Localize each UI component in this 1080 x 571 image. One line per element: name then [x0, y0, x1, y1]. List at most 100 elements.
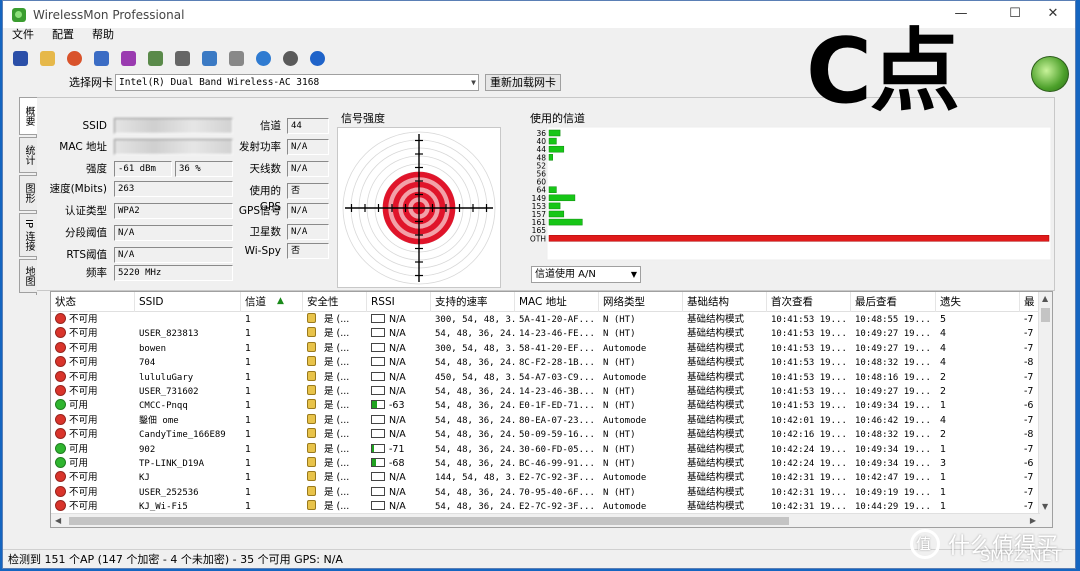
scroll-thumb[interactable]: [1041, 308, 1050, 322]
cell-first: 10:41:53 19...: [771, 343, 847, 354]
column-header[interactable]: 遗失: [936, 292, 1020, 312]
clipboard-icon[interactable]: [225, 47, 247, 69]
table-row[interactable]: 不可用 USER_731602 1 是 (... N/A 54, 48, 36, 24..…: [51, 385, 1041, 399]
cell-rssi: N/A: [367, 356, 431, 370]
wifi-scan-icon-glyph: [282, 50, 298, 66]
cell-status: 不可用: [51, 313, 135, 327]
table-row[interactable]: 不可用 704 1 是 (... N/A 54, 48, 36, 24... 8C-F2-2…: [51, 356, 1041, 370]
table-row[interactable]: 不可用 bowen 1 是 (... N/A 300, 54, 48, 3... 58-41…: [51, 341, 1041, 356]
table-row[interactable]: 可用 902 1 是 (... -71 54, 48, 36, 24... 30-60-FD…: [51, 442, 1041, 457]
cell-first: 10:41:53 19...: [771, 372, 847, 383]
column-header[interactable]: 安全性: [303, 292, 367, 312]
column-header[interactable]: SSID: [135, 292, 241, 312]
hscroll-thumb[interactable]: [69, 517, 789, 525]
cell-rssi: N/A: [367, 486, 431, 500]
table-row[interactable]: 不可用 USER_823813 1 是 (... N/A 54, 48, 36, 24..…: [51, 327, 1041, 341]
menu-bar: 文件 配置 帮助: [3, 28, 123, 44]
cell-rates: 144, 54, 48, 3...: [435, 473, 515, 484]
cell-infra: 基础结构模式: [687, 371, 745, 383]
cell-ch: 1: [245, 414, 252, 426]
cell-rssi: N/A: [367, 342, 431, 356]
table-row[interactable]: 可用 TP-LINK_D19A 1 是 (... -68 54, 48, 36, 24..…: [51, 457, 1041, 471]
status-text: 不可用: [69, 501, 98, 513]
cell-rates: 54, 48, 36, 24...: [435, 415, 515, 426]
cell-status: 不可用: [51, 413, 135, 428]
rssi-text: -68: [389, 458, 405, 469]
field-label: RTS阈值: [66, 249, 107, 261]
tab-statistics[interactable]: 统计: [19, 137, 37, 173]
network-icon[interactable]: [90, 47, 112, 69]
security-text: 是 (...: [324, 342, 350, 354]
table-row[interactable]: 不可用 KJ 1 是 (... N/A 144, 54, 48, 3... E2-7C-92…: [51, 471, 1041, 485]
table-row[interactable]: 不可用 lululuGary 1 是 (... N/A 450, 54, 48, 3...…: [51, 370, 1041, 385]
cell-sec: 是 (...: [303, 370, 367, 385]
cell-lost: 2: [940, 429, 947, 441]
table-row[interactable]: 可用 CMCC-Pnqq 1 是 (... -63 54, 48, 36, 24... E0…: [51, 399, 1041, 413]
cell-infra: 基础结构模式: [687, 486, 745, 498]
field-label: 天线数: [249, 163, 282, 175]
cell-ssid: USER_252536: [139, 487, 199, 498]
print-icon[interactable]: [171, 47, 193, 69]
chevron-down-icon: ▼: [630, 270, 637, 279]
connect-icon[interactable]: [117, 47, 139, 69]
column-header[interactable]: 状态: [51, 292, 135, 312]
cell-first: 10:42:31 19...: [771, 487, 847, 498]
menu-config[interactable]: 配置: [43, 28, 83, 44]
cell-rates: 300, 54, 48, 3...: [435, 315, 515, 325]
tab-graph[interactable]: 图形: [19, 175, 37, 211]
menu-file[interactable]: 文件: [3, 28, 43, 44]
globe-icon[interactable]: [252, 47, 274, 69]
cell-ch: 1: [245, 429, 252, 441]
cell-rssi: N/A: [367, 313, 431, 327]
cell-last: 10:49:27 19...: [855, 343, 931, 354]
menu-help[interactable]: 帮助: [83, 28, 123, 44]
security-text: 是 (...: [324, 429, 350, 441]
cell-last: 10:48:55 19...: [855, 315, 931, 325]
cell-ch: 1: [245, 314, 252, 325]
cell-net: N (HT): [603, 329, 636, 340]
channel-use-select[interactable]: 信道使用 A/N ▼: [531, 266, 641, 283]
lock-icon: [307, 442, 316, 453]
cell-net: Automode: [603, 415, 647, 426]
wifi-scan-icon[interactable]: [279, 47, 301, 69]
column-header[interactable]: 最后查看: [851, 292, 936, 312]
field-value: N/A: [287, 139, 329, 155]
save-icon[interactable]: [9, 47, 31, 69]
cell-status: 不可用: [51, 341, 135, 356]
horizontal-scrollbar[interactable]: ◀ ▶: [51, 513, 1040, 527]
table-row[interactable]: 不可用 1 是 (... N/A 300, 54, 48, 3... 5A-41-20-A…: [51, 313, 1041, 327]
record-icon[interactable]: [63, 47, 85, 69]
vertical-scrollbar[interactable]: ▲ ▼: [1038, 292, 1052, 527]
report-icon[interactable]: [198, 47, 220, 69]
export-icon[interactable]: [144, 47, 166, 69]
column-header[interactable]: 基础结构: [683, 292, 767, 312]
close-button[interactable]: ✕: [1030, 3, 1075, 25]
scroll-up-icon[interactable]: ▲: [1042, 294, 1048, 303]
cell-rates: 54, 48, 36, 24...: [435, 459, 515, 469]
reload-adapter-button[interactable]: 重新加载网卡: [485, 73, 561, 91]
column-header[interactable]: 支持的速率: [431, 292, 515, 312]
scroll-down-icon[interactable]: ▼: [1042, 502, 1048, 511]
table-row[interactable]: 不可用 CandyTime_166E89 1 是 (... N/A 54, 48, 36,…: [51, 428, 1041, 442]
table-row[interactable]: 不可用 USER_252536 1 是 (... N/A 54, 48, 36, 24..…: [51, 485, 1041, 500]
cell-sec: 是 (...: [303, 485, 367, 500]
column-header[interactable]: RSSI: [367, 292, 431, 312]
status-text: 不可用: [69, 486, 98, 498]
column-header[interactable]: 首次查看: [767, 292, 851, 312]
help-icon[interactable]: [306, 47, 328, 69]
column-header[interactable]: MAC 地址: [515, 292, 599, 312]
tab-ip-connection[interactable]: IP 连接: [19, 213, 37, 257]
cell-ch: 1: [245, 328, 252, 340]
column-header[interactable]: 网络类型: [599, 292, 683, 312]
sort-asc-icon[interactable]: ▲: [277, 296, 284, 306]
scroll-left-icon[interactable]: ◀: [55, 516, 61, 525]
column-header[interactable]: 信道: [241, 292, 303, 312]
open-folder-icon[interactable]: [36, 47, 58, 69]
channel-bar: [548, 137, 557, 145]
cell-net: N (HT): [603, 444, 636, 455]
tab-summary[interactable]: 概要: [19, 97, 37, 135]
table-row[interactable]: 不可用 鑿佃 ome 1 是 (... N/A 54, 48, 36, 24... 80-E…: [51, 413, 1041, 428]
scroll-right-icon[interactable]: ▶: [1030, 516, 1036, 525]
adapter-select[interactable]: Intel(R) Dual Band Wireless-AC 3168 ▼: [115, 73, 479, 91]
tab-map[interactable]: 地图: [19, 259, 37, 293]
